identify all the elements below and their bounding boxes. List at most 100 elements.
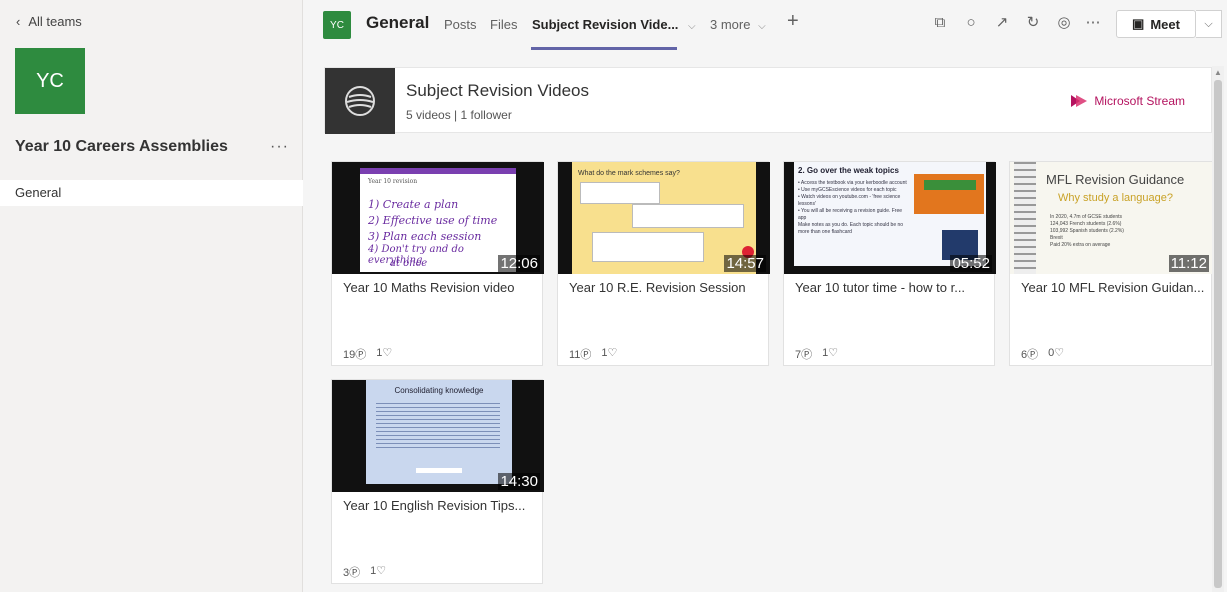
video-thumbnail[interactable]: Year 10 revision 1) Create a plan 2) Eff… bbox=[332, 162, 544, 274]
slide-heading: Consolidating knowledge bbox=[394, 386, 484, 395]
stream-channel-header: Subject Revision Videos 5 videos | 1 fol… bbox=[324, 67, 1212, 134]
views-count: 11Ⓟ bbox=[569, 349, 592, 361]
microsoft-stream-link[interactable]: Microsoft Stream bbox=[1070, 94, 1185, 108]
popout-icon[interactable]: ⧉ bbox=[930, 13, 950, 33]
video-card[interactable]: Consolidating knowledge 14:30 Year 10 En… bbox=[331, 379, 544, 584]
video-camera-icon: ▣ bbox=[1132, 16, 1145, 31]
video-thumbnail[interactable]: 2. Go over the weak topics • Access the … bbox=[784, 162, 996, 274]
tab-files[interactable]: Files bbox=[490, 17, 517, 32]
heart-icon: ♡ bbox=[376, 565, 387, 577]
meet-button[interactable]: ▣ Meet bbox=[1116, 10, 1196, 38]
chevron-left-icon: ‹ bbox=[16, 14, 21, 29]
team-sidebar: ‹ All teams YC Year 10 Careers Assemblie… bbox=[0, 0, 303, 592]
slide-text: 1) Create a plan bbox=[368, 198, 459, 211]
expand-icon[interactable]: ↗ bbox=[992, 13, 1012, 33]
tab-more-label: 3 more bbox=[710, 17, 751, 32]
slide-box bbox=[632, 204, 744, 228]
notebook-spiral bbox=[1014, 162, 1036, 274]
team-more-button[interactable]: ··· bbox=[270, 138, 289, 156]
video-card[interactable]: MFL Revision Guidance Why study a langua… bbox=[1009, 161, 1213, 366]
back-to-teams-link[interactable]: ‹ All teams bbox=[16, 14, 82, 29]
video-stats: 6Ⓟ 0♡ bbox=[1021, 346, 1064, 362]
channel-header: YC General Posts Files Subject Revision … bbox=[303, 0, 1227, 50]
video-duration: 11:12 bbox=[1168, 255, 1209, 272]
add-tab-icon[interactable]: + bbox=[787, 10, 799, 33]
video-card[interactable]: Year 10 revision 1) Create a plan 2) Eff… bbox=[331, 161, 544, 366]
refresh-icon[interactable]: ↻ bbox=[1023, 13, 1043, 33]
heart-icon: ♡ bbox=[382, 347, 393, 359]
slide-heading: MFL Revision Guidance bbox=[1046, 172, 1185, 187]
video-duration: 14:30 bbox=[498, 473, 540, 490]
stream-subtitle: 5 videos | 1 follower bbox=[406, 108, 512, 122]
views-count: 7Ⓟ bbox=[795, 349, 813, 361]
play-icon: Ⓟ bbox=[355, 349, 367, 361]
video-title[interactable]: Year 10 R.E. Revision Session bbox=[569, 280, 765, 295]
views-count: 3Ⓟ bbox=[343, 567, 361, 579]
video-stats: 7Ⓟ 1♡ bbox=[795, 346, 838, 362]
play-icon: Ⓟ bbox=[1027, 349, 1039, 361]
slide-box bbox=[592, 232, 704, 262]
microsoft-stream-label: Microsoft Stream bbox=[1094, 94, 1185, 108]
likes-count: 1♡ bbox=[822, 347, 839, 359]
content-scrollbar[interactable]: ▲ bbox=[1212, 66, 1224, 592]
channel-general[interactable]: General bbox=[0, 180, 303, 206]
video-duration: 12:06 bbox=[498, 255, 540, 272]
slide-control-bar bbox=[416, 468, 462, 473]
video-thumbnail[interactable]: What do the mark schemes say? 14:57 bbox=[558, 162, 770, 274]
tab-more[interactable]: 3 more ⌵ bbox=[710, 17, 766, 32]
screenshot-image bbox=[924, 180, 976, 190]
play-icon: Ⓟ bbox=[580, 349, 592, 361]
slide-box bbox=[580, 182, 660, 204]
heart-icon: ♡ bbox=[828, 347, 839, 359]
channel-avatar: YC bbox=[323, 11, 351, 39]
meet-dropdown-chevron-icon[interactable]: ⌵ bbox=[1196, 10, 1222, 38]
likes-count: 1♡ bbox=[370, 565, 387, 577]
video-title[interactable]: Year 10 Maths Revision video bbox=[343, 280, 539, 295]
video-thumbnail[interactable]: Consolidating knowledge 14:30 bbox=[332, 380, 544, 492]
play-icon: Ⓟ bbox=[801, 349, 813, 361]
stream-channel-logo-icon bbox=[325, 68, 395, 134]
slide-heading: 2. Go over the weak topics bbox=[798, 166, 899, 175]
more-options-icon[interactable]: ⋯ bbox=[1083, 13, 1103, 33]
video-duration: 05:52 bbox=[950, 255, 992, 272]
thumbnail-slide: Consolidating knowledge bbox=[366, 380, 512, 484]
stream-title: Subject Revision Videos bbox=[406, 81, 590, 100]
play-icon: Ⓟ bbox=[349, 567, 361, 579]
slide-heading: What do the mark schemes say? bbox=[578, 170, 680, 177]
video-card[interactable]: 2. Go over the weak topics • Access the … bbox=[783, 161, 996, 366]
conversation-icon[interactable]: ○ bbox=[961, 13, 981, 33]
stream-tab-content: Subject Revision Videos 5 videos | 1 fol… bbox=[303, 50, 1213, 592]
team-avatar: YC bbox=[15, 48, 85, 114]
scroll-up-icon[interactable]: ▲ bbox=[1214, 68, 1222, 77]
slide-text: 3) Plan each session bbox=[368, 230, 482, 243]
video-stats: 3Ⓟ 1♡ bbox=[343, 564, 386, 580]
slide-bullets: In 2020, 4.7m of GCSE students 124,043 F… bbox=[1050, 214, 1124, 248]
microsoft-stream-icon bbox=[1071, 95, 1088, 107]
slide-toolbar bbox=[360, 168, 516, 174]
video-title[interactable]: Year 10 English Revision Tips... bbox=[343, 498, 539, 513]
video-title[interactable]: Year 10 MFL Revision Guidan... bbox=[1021, 280, 1209, 295]
video-thumbnail[interactable]: MFL Revision Guidance Why study a langua… bbox=[1010, 162, 1213, 274]
video-stats: 19Ⓟ 1♡ bbox=[343, 346, 392, 362]
slide-bullets: • Access the textbook via your kerboodle… bbox=[798, 180, 907, 235]
scroll-thumb[interactable] bbox=[1214, 80, 1222, 588]
meet-label: Meet bbox=[1150, 16, 1180, 32]
likes-count: 1♡ bbox=[376, 347, 393, 359]
team-name: Year 10 Careers Assemblies bbox=[15, 138, 228, 155]
thumbnail-slide: 2. Go over the weak topics • Access the … bbox=[794, 162, 986, 266]
slide-subheading: Why study a language? bbox=[1058, 192, 1173, 204]
video-card[interactable]: What do the mark schemes say? 14:57 Year… bbox=[557, 161, 770, 366]
slide-text-lines bbox=[376, 400, 500, 448]
tab-subject-revision-videos[interactable]: Subject Revision Vide... ⌵ bbox=[532, 17, 696, 32]
tab-label: Subject Revision Vide... bbox=[532, 17, 679, 32]
slide-text: 2) Effective use of time bbox=[368, 214, 498, 227]
video-title[interactable]: Year 10 tutor time - how to r... bbox=[795, 280, 991, 295]
slide-text: Year 10 revision bbox=[368, 178, 418, 185]
chevron-down-icon: ⌵ bbox=[688, 21, 696, 32]
likes-count: 1♡ bbox=[601, 347, 618, 359]
video-stats: 11Ⓟ 1♡ bbox=[569, 346, 617, 362]
views-count: 6Ⓟ bbox=[1021, 349, 1039, 361]
globe-icon[interactable]: ◎ bbox=[1054, 13, 1074, 33]
tab-posts[interactable]: Posts bbox=[444, 17, 477, 32]
likes-count: 0♡ bbox=[1048, 347, 1065, 359]
